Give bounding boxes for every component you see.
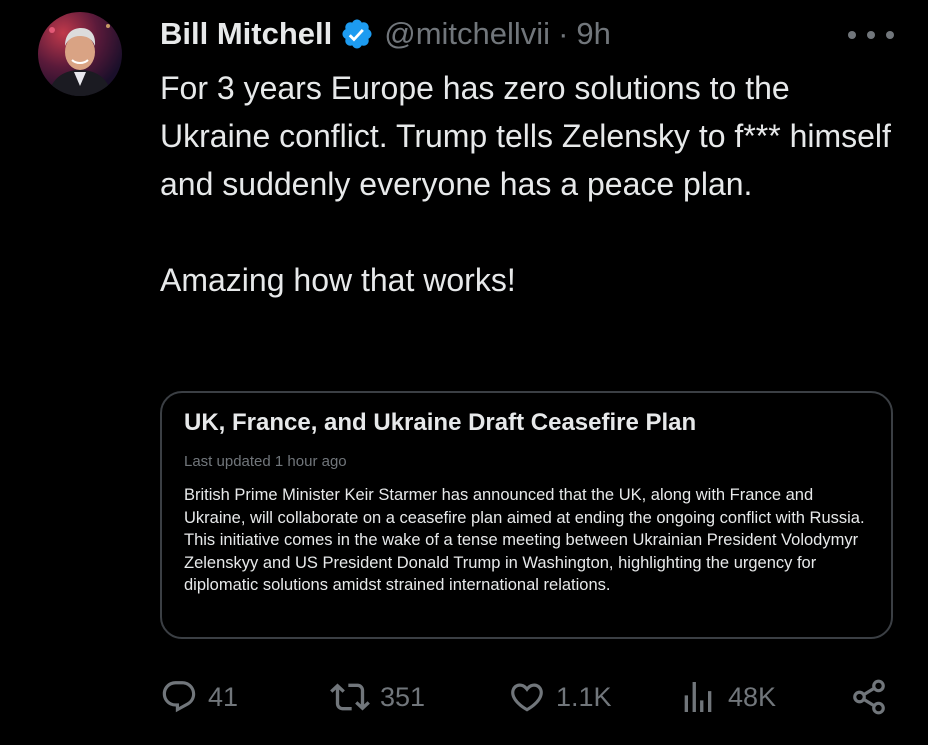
views-icon bbox=[684, 682, 712, 712]
share-icon bbox=[853, 679, 885, 715]
like-icon bbox=[511, 683, 543, 712]
more-options-icon[interactable] bbox=[848, 28, 894, 42]
reply-button[interactable]: 41 bbox=[160, 672, 238, 722]
timestamp[interactable]: 9h bbox=[576, 16, 610, 52]
reply-icon bbox=[162, 681, 196, 713]
tweet-header: Bill Mitchell @mitchellvii · 9h bbox=[160, 10, 611, 58]
tweet[interactable]: Bill Mitchell @mitchellvii · 9h For 3 ye… bbox=[0, 0, 928, 745]
like-button[interactable]: 1.1K bbox=[508, 672, 612, 722]
tweet-text: For 3 years Europe has zero solutions to… bbox=[160, 64, 900, 304]
card-updated: Last updated 1 hour ago bbox=[184, 453, 347, 470]
retweet-count: 351 bbox=[380, 681, 426, 712]
separator-dot: · bbox=[558, 16, 569, 51]
retweet-icon bbox=[330, 683, 370, 711]
retweet-button[interactable]: 351 bbox=[330, 672, 425, 722]
like-count: 1.1K bbox=[556, 681, 612, 712]
card-title: UK, France, and Ukraine Draft Ceasefire … bbox=[184, 409, 697, 436]
avatar-photo-icon bbox=[48, 24, 112, 96]
share-button[interactable] bbox=[850, 672, 888, 722]
views-count: 48K bbox=[728, 681, 777, 712]
avatar[interactable] bbox=[38, 12, 122, 96]
handle[interactable]: @mitchellvii bbox=[384, 16, 550, 52]
tweet-paragraph: For 3 years Europe has zero solutions to… bbox=[160, 70, 891, 202]
verified-badge-icon[interactable] bbox=[340, 17, 374, 51]
tweet-paragraph: Amazing how that works! bbox=[160, 262, 516, 298]
card-body: British Prime Minister Keir Starmer has … bbox=[184, 486, 865, 595]
news-card[interactable]: UK, France, and Ukraine Draft Ceasefire … bbox=[160, 391, 893, 639]
reply-count: 41 bbox=[208, 681, 239, 712]
views-button[interactable]: 48K bbox=[678, 672, 776, 722]
action-bar: 41 351 1.1K 48K bbox=[0, 672, 928, 722]
display-name[interactable]: Bill Mitchell bbox=[160, 16, 332, 52]
